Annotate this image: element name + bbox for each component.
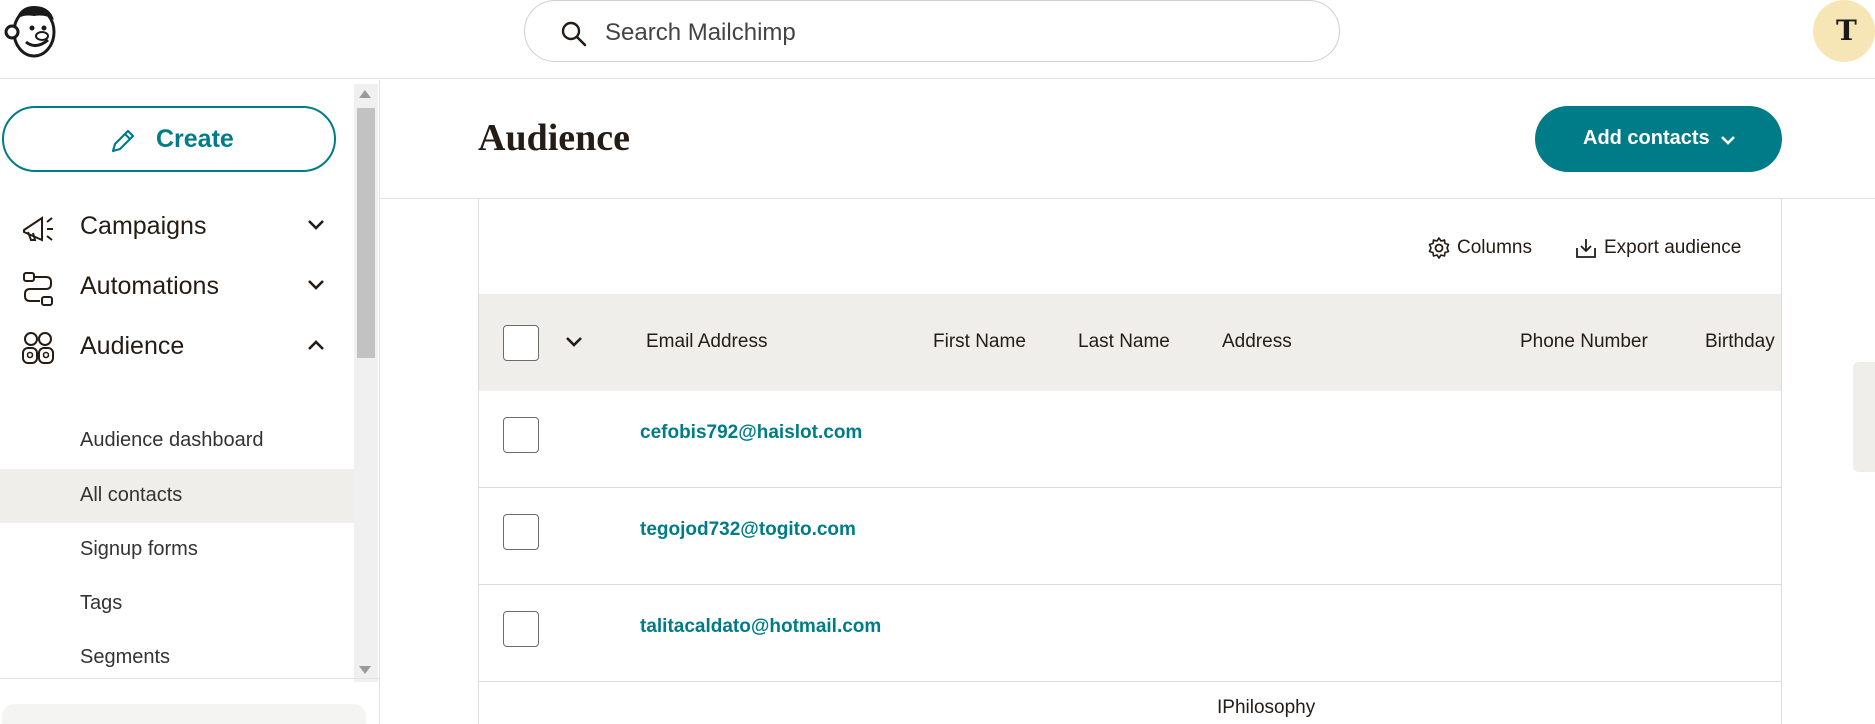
sidebar-item-automations[interactable]: Automations	[0, 256, 354, 316]
scrollbar-thumb[interactable]	[357, 108, 375, 358]
search-input[interactable]: Search Mailchimp	[524, 0, 1340, 62]
contact-email-link[interactable]: tegojod732@togito.com	[640, 519, 856, 541]
chevron-down-icon[interactable]	[565, 336, 583, 348]
search-icon	[561, 21, 587, 47]
download-icon	[1576, 239, 1596, 258]
sidebar-subitem-label: Tags	[80, 592, 123, 614]
row-checkbox[interactable]	[503, 611, 539, 647]
megaphone-icon	[23, 216, 53, 242]
column-header-birthday[interactable]: Birthday	[1705, 331, 1775, 353]
sidebar-subitem-label: Signup forms	[80, 538, 198, 560]
chevron-up-icon	[308, 340, 324, 350]
column-header-email-address[interactable]: Email Address	[646, 331, 767, 353]
sidebar-subitem-segments[interactable]: Segments	[0, 631, 354, 685]
column-header-first-name[interactable]: First Name	[933, 331, 1026, 353]
mailchimp-logo-icon[interactable]	[4, 0, 60, 60]
avatar-initial: T	[1836, 14, 1857, 47]
column-header-phone-number[interactable]: Phone Number	[1520, 331, 1648, 353]
partial-row-text: IPhilosophy	[1217, 697, 1316, 718]
row-checkbox[interactable]	[503, 417, 539, 453]
table-row: cefobis792@haislot.com	[479, 391, 1781, 488]
avatar[interactable]: T	[1813, 0, 1875, 62]
table-row: tegojod732@togito.com	[479, 488, 1781, 585]
create-label: Create	[156, 125, 234, 153]
gear-icon	[1428, 237, 1450, 259]
column-header-address[interactable]: Address	[1222, 331, 1292, 353]
sidebar-subitem-label: Audience dashboard	[80, 429, 264, 451]
column-header-last-name[interactable]: Last Name	[1078, 331, 1170, 353]
row-checkbox[interactable]	[503, 514, 539, 550]
sidebar-scrollbar[interactable]	[354, 84, 378, 682]
page-title: Audience	[478, 117, 630, 159]
table-row: talitacaldato@hotmail.com	[479, 585, 1781, 682]
export-audience-label: Export audience	[1604, 237, 1742, 258]
sidebar-item-label: Automations	[80, 272, 219, 300]
search-placeholder: Search Mailchimp	[605, 19, 796, 46]
sidebar-subitem-all-contacts[interactable]: All contacts	[0, 469, 354, 523]
sidebar-subitem-tags[interactable]: Tags	[0, 577, 354, 631]
add-contacts-label: Add contacts	[1583, 127, 1710, 149]
chevron-down-icon	[1721, 136, 1735, 145]
scroll-down-arrow-icon[interactable]	[359, 666, 371, 674]
sidebar-item-campaigns[interactable]: Campaigns	[0, 196, 354, 256]
add-contacts-button[interactable]: Add contacts	[1535, 106, 1782, 172]
sidebar-bottom-panel	[2, 704, 366, 724]
columns-label: Columns	[1457, 237, 1532, 258]
sidebar-item-audience[interactable]: Audience	[0, 316, 354, 376]
chevron-down-icon	[308, 220, 324, 230]
sidebar-subitem-audience-dashboard[interactable]: Audience dashboard	[0, 414, 354, 468]
top-bar: Search Mailchimp T	[0, 0, 1875, 79]
contacts-table-card: Columns Export audience Email Address Fi…	[478, 199, 1782, 724]
sidebar-item-label: Campaigns	[80, 212, 207, 240]
sidebar-subitem-signup-forms[interactable]: Signup forms	[0, 523, 354, 577]
table-header: Email Address First Name Last Name Addre…	[479, 294, 1781, 391]
contact-email-link[interactable]: talitacaldato@hotmail.com	[640, 616, 881, 638]
create-button[interactable]: Create	[2, 106, 336, 172]
scroll-up-arrow-icon[interactable]	[359, 90, 371, 98]
sidebar-subitem-label: Segments	[80, 646, 171, 668]
chevron-down-icon	[308, 280, 324, 290]
select-all-checkbox[interactable]	[503, 325, 539, 361]
sidebar: Create Campaigns Automations Audience Au…	[0, 80, 380, 724]
sidebar-subitem-label: All contacts	[80, 484, 183, 506]
pencil-icon	[111, 129, 135, 153]
contact-email-link[interactable]: cefobis792@haislot.com	[640, 422, 862, 444]
feedback-tab[interactable]	[1853, 362, 1875, 472]
sidebar-divider	[0, 678, 380, 679]
automation-flow-icon	[23, 272, 53, 306]
sidebar-item-label: Audience	[80, 332, 185, 360]
audience-icon	[22, 332, 54, 364]
